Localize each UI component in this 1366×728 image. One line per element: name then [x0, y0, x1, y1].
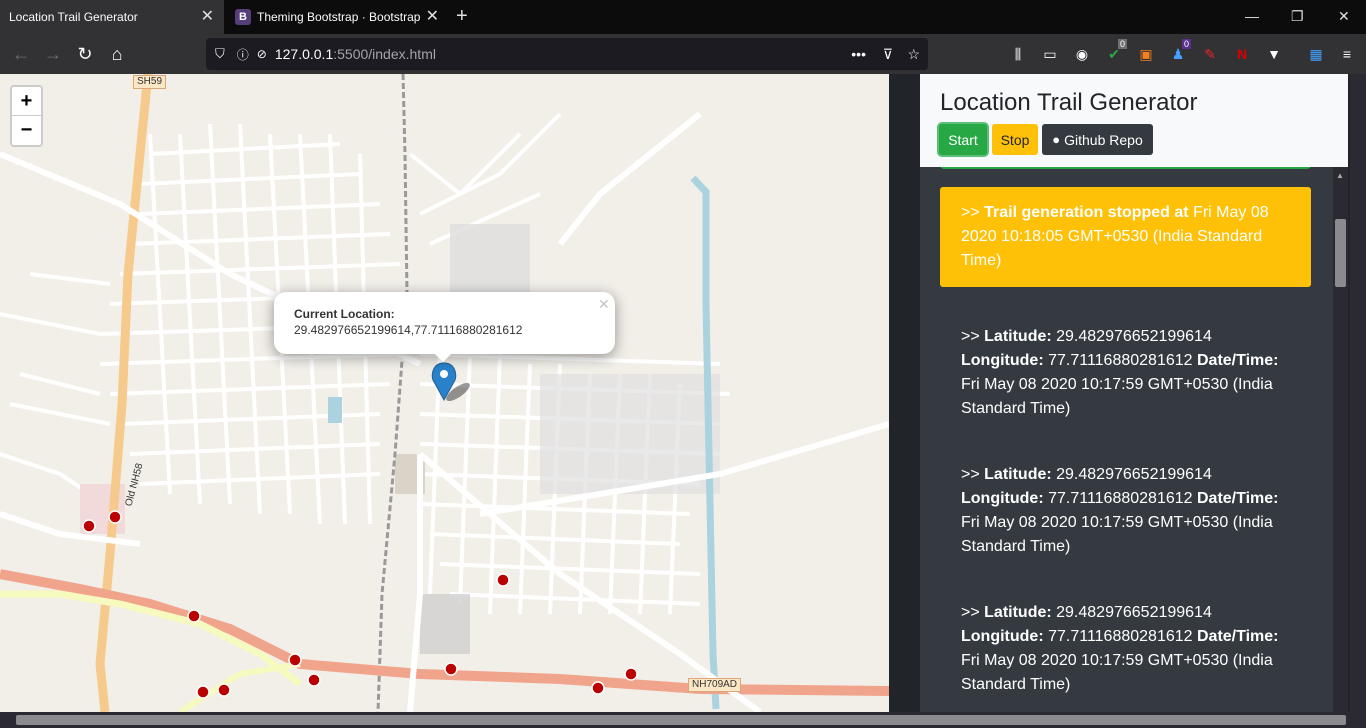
pocket-icon[interactable]: ⊽ — [883, 46, 893, 63]
url-bar[interactable]: ⛉ ⓘ ⊘ 127.0.0.1:5500/index.html ••• ⊽ ☆ — [206, 38, 928, 70]
window-close-button[interactable]: ✕ — [1338, 8, 1350, 25]
latitude-label: Latitude: — [984, 328, 1052, 345]
log-prefix: >> — [961, 328, 985, 345]
longitude-value: 77.71116880281612 — [1043, 628, 1197, 645]
shield-icon[interactable]: ⛉ — [215, 46, 225, 62]
url-host: 127.0.0.1 — [274, 46, 334, 62]
navigation-toolbar: ← → ↻ ⌂ ⛉ ⓘ ⊘ 127.0.0.1:5500/index.html … — [0, 34, 1366, 74]
extension-badge: 0 — [1182, 39, 1192, 49]
info-icon[interactable]: ⓘ — [237, 46, 249, 63]
zoom-in-button[interactable]: + — [12, 87, 41, 116]
close-icon[interactable]: ✕ — [201, 9, 214, 25]
close-icon[interactable]: ✕ — [426, 9, 439, 25]
sidebar-icon[interactable]: ▭ — [1040, 44, 1060, 64]
extensions-icon[interactable]: ▦ — [1306, 44, 1326, 64]
panel-scrollbar[interactable]: ▲ — [1333, 167, 1348, 712]
log-entry: >> Latitude: 29.482976652199614 Longitud… — [940, 311, 1311, 435]
horizontal-scroll-thumb[interactable] — [16, 715, 1346, 725]
log-prefix: >> — [961, 604, 985, 621]
tab-title: Location Trail Generator — [9, 10, 138, 24]
github-icon: ● — [1052, 132, 1061, 147]
extension-feather-icon[interactable]: ✎ — [1200, 44, 1220, 64]
tab-location-trail[interactable]: Location Trail Generator ✕ — [0, 0, 224, 34]
log-entry-stopped: >> Trail generation stopped at Fri May 0… — [940, 187, 1311, 287]
longitude-label: Longitude: — [961, 352, 1044, 369]
popup-tip — [433, 352, 453, 362]
panel-title: Location Trail Generator — [940, 89, 1198, 116]
forward-button[interactable]: → — [41, 42, 65, 66]
road-label-nh709ad: NH709AD — [688, 678, 742, 692]
horizontal-scrollbar[interactable] — [0, 712, 1366, 728]
zoom-out-button[interactable]: − — [12, 116, 41, 145]
extension-v-icon[interactable]: ▼ — [1264, 44, 1284, 64]
page-actions-icon[interactable]: ••• — [851, 46, 866, 62]
bookmark-star-icon[interactable]: ☆ — [907, 46, 920, 63]
previous-log-entry — [940, 167, 1311, 169]
panel-scroll-thumb[interactable] — [1335, 219, 1346, 287]
zoom-control: + − — [10, 85, 43, 147]
latitude-value: 29.482976652199614 — [1051, 466, 1212, 483]
extension-bag-icon[interactable]: ▣ — [1136, 44, 1156, 64]
longitude-value: 77.71116880281612 — [1043, 490, 1197, 507]
github-button-label: Github Repo — [1064, 131, 1143, 148]
datetime-value: Fri May 08 2020 10:17:59 GMT+0530 (India… — [961, 514, 1273, 555]
minimize-button[interactable]: — — [1245, 8, 1259, 24]
log-prefix: >> — [961, 204, 985, 221]
popup-title: Current Location: — [294, 307, 395, 321]
log-prefix: >> — [961, 466, 985, 483]
road-label-sh59: SH59 — [133, 75, 167, 89]
reload-button[interactable]: ↻ — [73, 42, 97, 66]
datetime-label: Date/Time: — [1196, 490, 1279, 507]
longitude-label: Longitude: — [961, 628, 1044, 645]
account-icon[interactable]: ◉ — [1072, 44, 1092, 64]
location-popup: Current Location: 29.482976652199614,77.… — [274, 292, 615, 354]
datetime-label: Date/Time: — [1196, 628, 1279, 645]
library-icon[interactable]: ⫼ — [1008, 44, 1028, 64]
longitude-value: 77.71116880281612 — [1043, 352, 1197, 369]
stop-button[interactable]: Stop — [992, 124, 1038, 155]
latitude-label: Latitude: — [984, 466, 1052, 483]
extension-n-icon[interactable]: N — [1232, 44, 1252, 64]
extension-badge: 0 — [1118, 39, 1128, 49]
tab-bar: Location Trail Generator ✕ B Theming Boo… — [0, 0, 1366, 34]
map[interactable]: SH59 Old NH58 NH709AD — [0, 74, 889, 712]
latitude-label: Latitude: — [984, 604, 1052, 621]
permissions-icon[interactable]: ⊘ — [257, 47, 267, 61]
log-entry: >> Latitude: 29.482976652199614 Longitud… — [940, 587, 1311, 711]
github-repo-button[interactable]: ● Github Repo — [1042, 124, 1153, 155]
datetime-value: Fri May 08 2020 10:17:59 GMT+0530 (India… — [961, 652, 1273, 693]
log-label: Trail generation stopped at — [984, 204, 1189, 221]
start-button[interactable]: Start — [939, 124, 987, 155]
log-entry: >> Latitude: 29.482976652199614 Longitud… — [940, 449, 1311, 573]
datetime-label: Date/Time: — [1196, 352, 1279, 369]
longitude-label: Longitude: — [961, 490, 1044, 507]
popup-close-icon[interactable]: ✕ — [598, 296, 610, 313]
latitude-value: 29.482976652199614 — [1051, 328, 1212, 345]
bootstrap-icon: B — [235, 9, 251, 25]
panel-header: Location Trail Generator Start Stop ● Gi… — [920, 74, 1348, 167]
log-list[interactable]: >> Trail generation stopped at Fri May 0… — [920, 167, 1333, 712]
latitude-value: 29.482976652199614 — [1051, 604, 1212, 621]
map-tiles — [0, 74, 889, 712]
tab-title: Theming Bootstrap · Bootstrap — [257, 10, 421, 24]
restore-button[interactable]: ❐ — [1291, 8, 1304, 25]
home-button[interactable]: ⌂ — [105, 42, 129, 66]
datetime-value: Fri May 08 2020 10:17:59 GMT+0530 (India… — [961, 376, 1273, 417]
page-scrollbar[interactable] — [1350, 74, 1366, 712]
popup-coordinates: 29.482976652199614,77.71116880281612 — [294, 323, 523, 337]
menu-icon[interactable]: ≡ — [1337, 44, 1357, 64]
new-tab-button[interactable]: + — [456, 5, 468, 28]
tab-theming-bootstrap[interactable]: B Theming Bootstrap · Bootstrap ✕ — [224, 0, 449, 34]
url-path: :5500/index.html — [333, 46, 436, 62]
trail-panel: Location Trail Generator Start Stop ● Gi… — [920, 74, 1348, 712]
scroll-up-icon[interactable]: ▲ — [1336, 171, 1344, 180]
back-button[interactable]: ← — [9, 42, 33, 66]
